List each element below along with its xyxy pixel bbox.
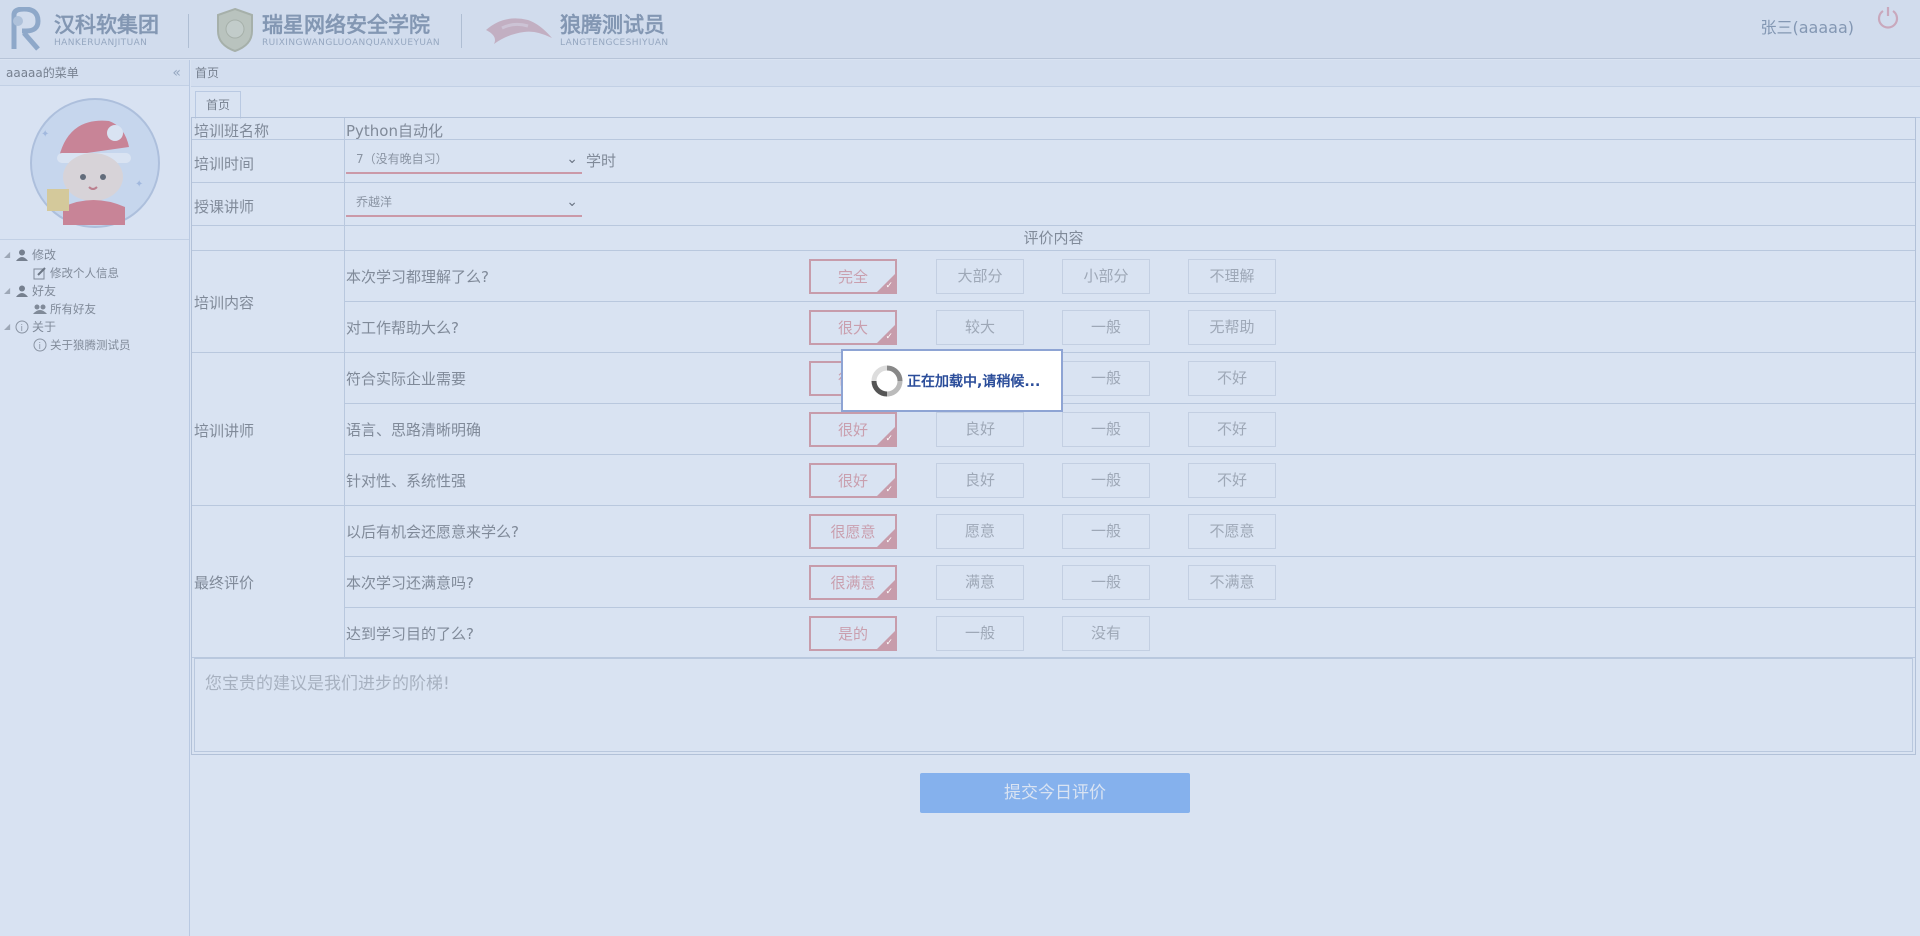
check-icon: ✓ [885, 383, 893, 393]
loading-overlay [0, 0, 1920, 936]
loading-dialog: 正在加载中,请稍候... [841, 349, 1063, 412]
check-icon: ✓ [885, 485, 893, 495]
loading-text: 正在加载中,请稍候... [907, 373, 1041, 390]
check-icon: ✓ [885, 587, 893, 597]
check-icon: ✓ [885, 434, 893, 444]
check-icon: ✓ [885, 536, 893, 546]
check-icon: ✓ [885, 332, 893, 342]
check-icon: ✓ [885, 638, 893, 648]
check-icon: ✓ [885, 281, 893, 291]
